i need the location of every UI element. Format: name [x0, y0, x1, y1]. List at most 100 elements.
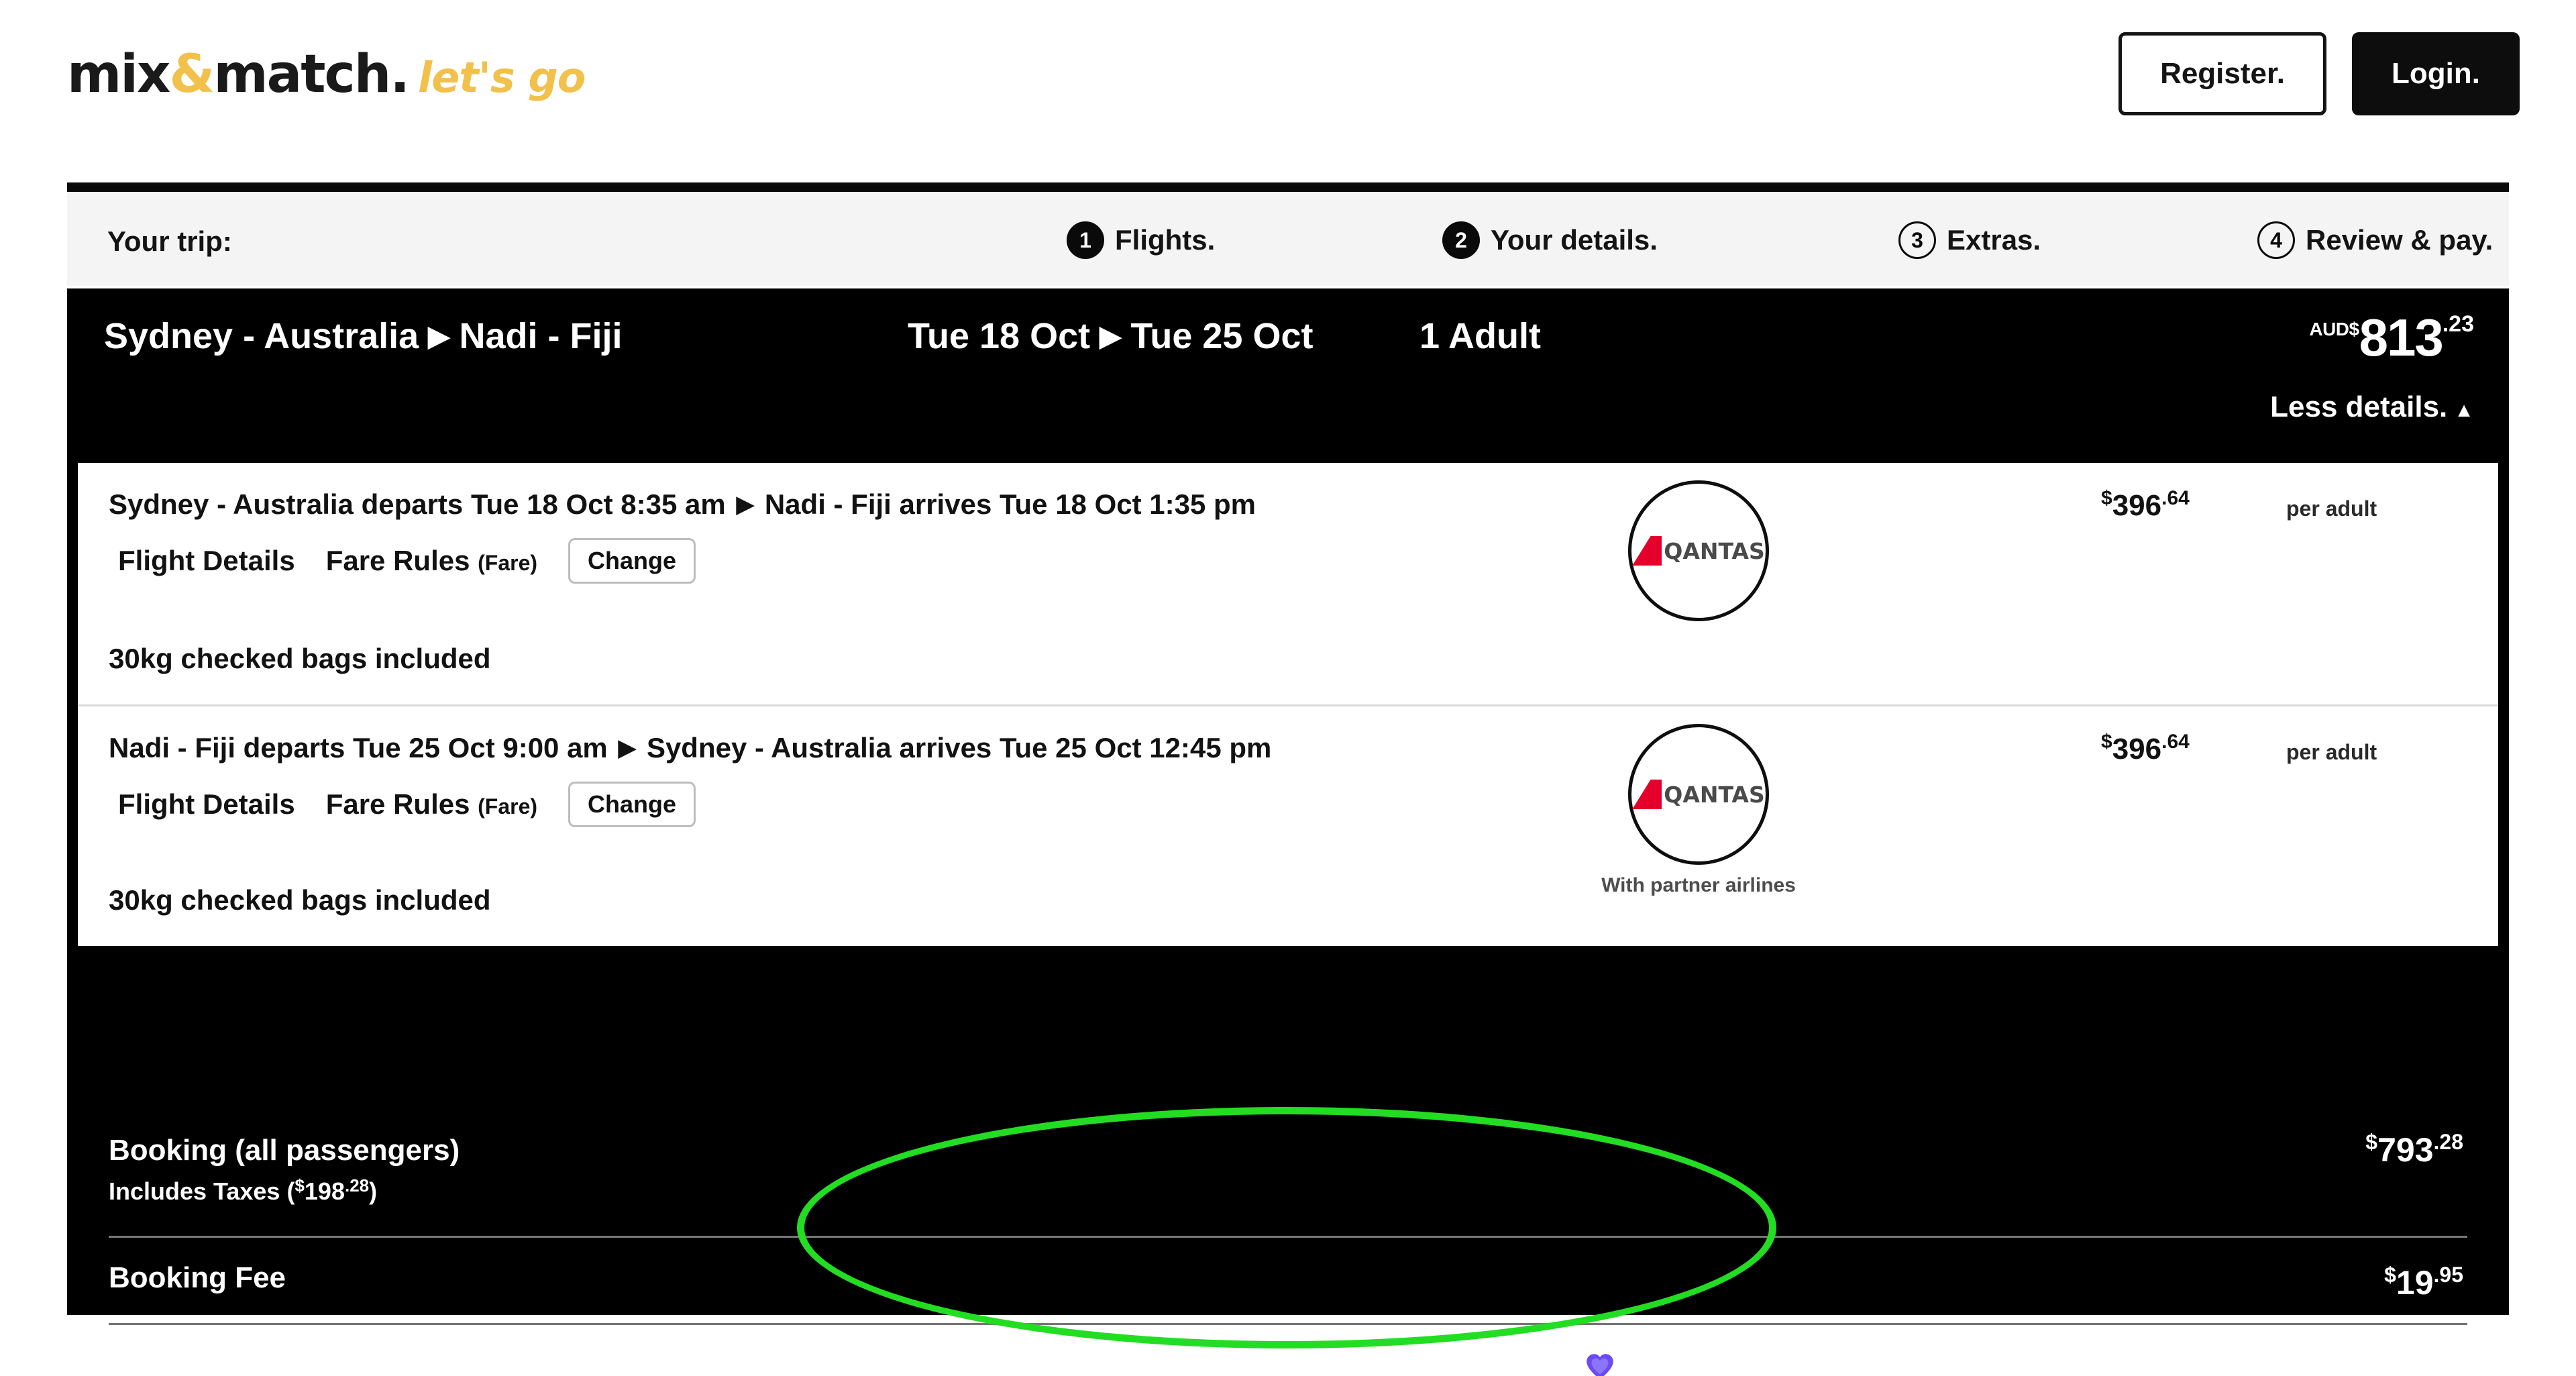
fee-dollar-sign: $: [2384, 1263, 2396, 1287]
qantas-logo-icon-return: QANTAS: [1632, 780, 1765, 809]
flight-details-link[interactable]: Flight Details: [118, 545, 295, 577]
price-dollar-sign-return: $: [2101, 731, 2112, 753]
step-review-pay[interactable]: 4 Review & pay.: [2257, 221, 2493, 259]
zip-cents: .25: [1238, 1351, 1263, 1371]
flight-row-return: Nadi - Fiji departs Tue 25 Oct 9:00 am ▶ S…: [78, 704, 2498, 946]
booking-dollar-sign: $: [2365, 1130, 2378, 1154]
step-number-3: 3: [1898, 221, 1936, 259]
register-button[interactable]: Register.: [2118, 32, 2326, 115]
trip-total-dollars: 813: [2359, 308, 2444, 367]
zip-text-before: Or 6 payments from: [945, 1353, 1174, 1376]
step-flights[interactable]: 1 Flights.: [1067, 221, 1215, 259]
taxes-dollars: 198: [304, 1177, 345, 1205]
trip-route: Sydney - Australia ▶ Nadi - Fiji: [104, 315, 622, 357]
fare-rules-sub: (Fare): [478, 551, 538, 575]
fare-rules-link[interactable]: Fare Rules (Fare): [326, 545, 537, 577]
trip-destination: Nadi - Fiji: [459, 316, 623, 356]
fee-dollars: 19: [2396, 1264, 2434, 1302]
less-details-toggle[interactable]: Less details. ▲: [2270, 390, 2474, 424]
zip-heart-icon: [1587, 1354, 1613, 1376]
booking-summary-page: mix&match. let's go Register. Login. Your…: [0, 0, 2576, 1376]
totals-divider-2: [109, 1323, 2467, 1325]
flight-depart-text: Sydney - Australia departs Tue 18 Oct 8:…: [109, 488, 726, 520]
payment-option-zip: Or 6 payments from $138.25 (includes pro…: [945, 1350, 1893, 1376]
checkout-stepper: Your trip: 1 Flights. 2 Your details. 3 …: [67, 192, 2509, 286]
logo-mix: mix: [67, 44, 170, 105]
price-dollar-sign: $: [2101, 487, 2112, 509]
fare-rules-link-return[interactable]: Fare Rules (Fare): [326, 788, 537, 821]
flight-list: Sydney - Australia departs Tue 18 Oct 8:…: [78, 463, 2498, 946]
header-divider: [67, 182, 2509, 192]
flight-actions-outbound: Flight Details Fare Rules (Fare) Change: [118, 538, 696, 584]
step-your-details[interactable]: 2 Your details.: [1442, 221, 1658, 259]
trip-depart-date: Tue 18 Oct: [908, 316, 1091, 356]
flight-details-link-return[interactable]: Flight Details: [118, 788, 295, 821]
flight-arrive-text-return: Sydney - Australia arrives Tue 25 Oct 12…: [646, 732, 1272, 763]
price-cents-outbound: .64: [2161, 487, 2190, 509]
booking-total-amount: $793.28: [2365, 1130, 2463, 1169]
fare-rules-text-return: Fare Rules: [325, 788, 470, 820]
route-arrow-icon: ▶: [428, 320, 450, 352]
airline-logo-circle-return: QANTAS: [1628, 724, 1769, 865]
price-unit-return: per adult: [2286, 740, 2377, 764]
flight-arrive-text: Nadi - Fiji arrives Tue 18 Oct 1:35 pm: [764, 488, 1256, 520]
airline-name-outbound: QANTAS: [1664, 537, 1765, 564]
total-word: Total: [109, 1348, 199, 1376]
baggage-note-outbound: 30kg checked bags included: [109, 643, 491, 674]
grand-total-label: Total (including booking fee. Additional …: [109, 1347, 833, 1376]
trip-total-currency: AUD$: [2309, 319, 2359, 339]
brand-logo[interactable]: mix&match. let's go: [67, 44, 586, 105]
taxes-dollar-sign: $: [294, 1175, 305, 1196]
price-unit-outbound: per adult: [2286, 496, 2377, 521]
trip-total-price: AUD$813.23: [2309, 307, 2474, 368]
booking-taxes-note: Includes Taxes ($198.28): [109, 1175, 377, 1206]
trip-passengers: 1 Adult: [1419, 316, 1541, 356]
flight-price-outbound: $396.64: [2101, 487, 2190, 523]
site-header: mix&match. let's go Register. Login.: [0, 0, 2576, 182]
booking-cents: .28: [2433, 1130, 2463, 1154]
taxes-suffix: ): [369, 1177, 378, 1205]
logo-match: match.: [213, 44, 410, 105]
login-button[interactable]: Login.: [2352, 32, 2520, 115]
chevron-up-icon: ▲: [2454, 399, 2474, 421]
airline-badge-outbound: QANTAS: [1578, 480, 1819, 621]
booking-dollars: 793: [2377, 1131, 2434, 1169]
date-arrow-icon: ▶: [1099, 320, 1122, 352]
less-details-label: Less details.: [2270, 390, 2448, 423]
fee-cents: .95: [2433, 1263, 2463, 1287]
flight-arrow-icon: ▶: [736, 492, 754, 517]
price-dollars-return: 396: [2112, 733, 2162, 765]
airline-logo-circle: QANTAS: [1628, 480, 1769, 621]
step-label-review-pay: Review & pay.: [2306, 224, 2493, 256]
step-extras[interactable]: 3 Extras.: [1898, 221, 2041, 259]
flight-summary-outbound: Sydney - Australia departs Tue 18 Oct 8:…: [109, 488, 1256, 521]
airline-name-return: QANTAS: [1664, 781, 1765, 808]
step-label-extras: Extras.: [1947, 224, 2041, 256]
totals-divider-1: [109, 1236, 2467, 1238]
step-number-1: 1: [1067, 221, 1104, 259]
step-number-4: 4: [2257, 221, 2295, 259]
flight-depart-text-return: Nadi - Fiji departs Tue 25 Oct 9:00 am: [109, 732, 608, 763]
trip-origin: Sydney - Australia: [104, 316, 419, 356]
your-trip-label: Your trip:: [107, 225, 232, 257]
flight-price-return: $396.64: [2101, 731, 2190, 766]
change-flight-button[interactable]: Change: [568, 538, 696, 584]
qantas-tail-icon: [1632, 536, 1662, 566]
zip-amount: $138.25: [1188, 1351, 1263, 1376]
trip-header-bar: Sydney - Australia ▶ Nadi - Fiji Tue 18 Oc…: [67, 288, 2509, 463]
zip-whats-this-link[interactable]: What's this?: [1631, 1353, 1774, 1376]
step-label-flights: Flights.: [1115, 224, 1216, 256]
trip-dates: Tue 18 Oct ▶ Tue 25 Oct: [908, 315, 1313, 357]
total-note: (including booking fee. Additional credi…: [205, 1363, 834, 1376]
flight-actions-return: Flight Details Fare Rules (Fare) Change: [118, 782, 696, 827]
taxes-cents: .28: [344, 1175, 370, 1196]
zip-dollars: 138: [1197, 1354, 1238, 1376]
step-number-2: 2: [1442, 221, 1480, 259]
change-flight-button-return[interactable]: Change: [568, 782, 696, 827]
trip-total-cents: .23: [2442, 311, 2474, 337]
booking-total-label: Booking (all passengers): [109, 1134, 460, 1167]
booking-fee-amount: $19.95: [2384, 1263, 2463, 1302]
price-cents-return: .64: [2161, 731, 2190, 753]
partner-airlines-note: With partner airlines: [1601, 874, 1796, 896]
taxes-prefix: Includes Taxes (: [109, 1177, 295, 1205]
